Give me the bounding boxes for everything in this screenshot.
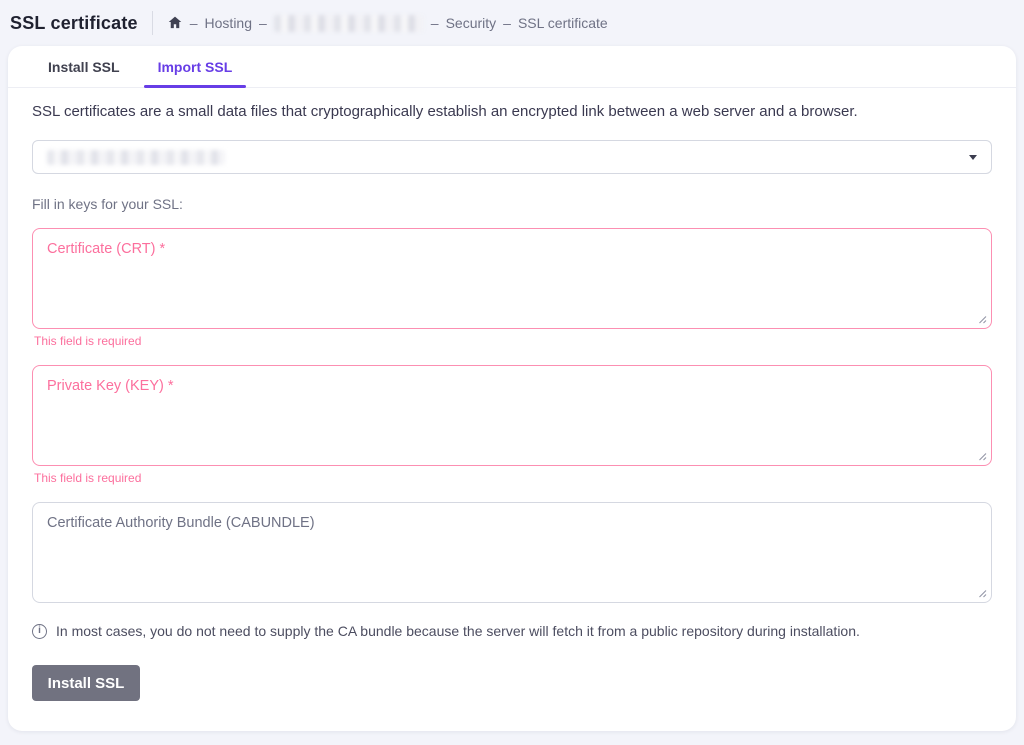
page-title: SSL certificate	[10, 13, 138, 34]
install-ssl-button[interactable]: Install SSL	[32, 665, 140, 701]
home-icon[interactable]	[167, 15, 183, 30]
tab-bar: Install SSL Import SSL	[8, 46, 1016, 88]
ssl-certificate-card: Install SSL Import SSL SSL certificates …	[8, 46, 1016, 731]
header-divider	[152, 11, 153, 35]
breadcrumb-separator: –	[503, 15, 511, 31]
tab-import-ssl-label: Import SSL	[158, 59, 233, 75]
breadcrumb-current: SSL certificate	[518, 15, 608, 31]
breadcrumb-hosting[interactable]: Hosting	[205, 15, 252, 31]
private-key-textarea[interactable]	[32, 365, 992, 466]
private-key-error: This field is required	[34, 471, 992, 486]
import-ssl-panel: SSL certificates are a small data files …	[8, 88, 1016, 701]
ca-bundle-info-note: i In most cases, you do not need to supp…	[32, 621, 992, 641]
certificate-crt-textarea[interactable]	[32, 228, 992, 329]
breadcrumb: – Hosting – – Security – SSL certificate	[167, 15, 608, 32]
breadcrumb-security[interactable]: Security	[446, 15, 497, 31]
info-note-text: In most cases, you do not need to supply…	[56, 621, 860, 641]
tab-install-ssl-label: Install SSL	[48, 59, 120, 75]
chevron-down-icon	[969, 155, 977, 160]
info-icon: i	[32, 624, 47, 639]
certificate-crt-error: This field is required	[34, 334, 992, 349]
active-tab-underline	[144, 85, 247, 88]
private-key-field: This field is required	[32, 365, 992, 486]
tab-install-ssl[interactable]: Install SSL	[34, 46, 134, 87]
domain-select[interactable]	[32, 140, 992, 174]
tab-import-ssl[interactable]: Import SSL	[144, 46, 247, 87]
breadcrumb-separator: –	[259, 15, 267, 31]
cabundle-textarea[interactable]	[32, 502, 992, 603]
ssl-description: SSL certificates are a small data files …	[32, 102, 992, 122]
fill-keys-label: Fill in keys for your SSL:	[32, 196, 992, 213]
page-header: SSL certificate – Hosting – – Security –…	[0, 0, 1024, 46]
breadcrumb-separator: –	[431, 15, 439, 31]
certificate-crt-field: This field is required	[32, 228, 992, 349]
breadcrumb-redacted-domain	[274, 15, 424, 32]
domain-select-redacted-value	[47, 150, 225, 165]
breadcrumb-separator: –	[190, 15, 198, 31]
cabundle-field	[32, 502, 992, 603]
